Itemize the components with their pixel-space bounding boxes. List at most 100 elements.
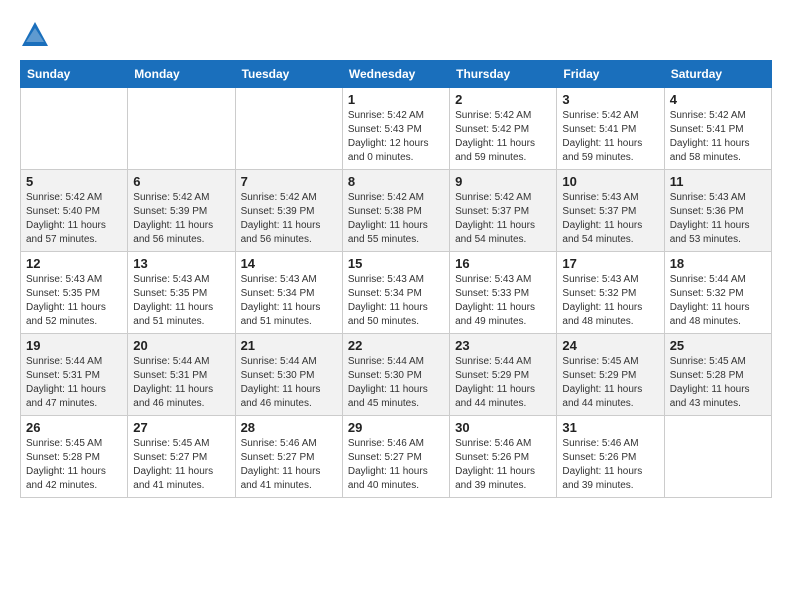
calendar-cell: 17Sunrise: 5:43 AMSunset: 5:32 PMDayligh… [557,252,664,334]
day-number: 22 [348,338,444,353]
calendar-cell: 7 Sunrise: 5:42 AMSunset: 5:39 PMDaylight… [235,170,342,252]
day-number: 17 [562,256,658,271]
day-number: 18 [670,256,766,271]
calendar-cell: 27 Sunrise: 5:45 AMSunset: 5:27 PMDayligh… [128,416,235,498]
day-info: Sunrise: 5:43 AMSunset: 5:37 PMDaylight:… [562,191,658,247]
calendar-cell: 28 Sunrise: 5:46 AMSunset: 5:27 PMDayligh… [235,416,342,498]
calendar-cell: 4 Sunrise: 5:42 AMSunset: 5:41 PMDaylight… [664,88,771,170]
calendar-cell: 5 Sunrise: 5:42 AMSunset: 5:40 PMDaylight… [21,170,128,252]
calendar-cell: 22 Sunrise: 5:44 AMSunset: 5:30 PMDayligh… [342,334,449,416]
logo-icon [20,20,50,50]
logo [20,20,54,50]
day-number: 14 [241,256,337,271]
calendar-cell: 19 Sunrise: 5:44 AMSunset: 5:31 PMDayligh… [21,334,128,416]
day-number: 16 [455,256,551,271]
calendar-cell: 24 Sunrise: 5:45 AMSunset: 5:29 PMDayligh… [557,334,664,416]
day-info: Sunrise: 5:45 AMSunset: 5:27 PMDaylight:… [133,437,229,493]
day-number: 26 [26,420,122,435]
day-number: 30 [455,420,551,435]
day-number: 23 [455,338,551,353]
day-number: 9 [455,174,551,189]
day-number: 12 [26,256,122,271]
calendar-cell: 3Sunrise: 5:42 AMSunset: 5:41 PMDaylight… [557,88,664,170]
day-info: Sunrise: 5:42 AMSunset: 5:41 PMDaylight:… [670,109,766,165]
day-number: 20 [133,338,229,353]
day-number: 31 [562,420,658,435]
day-info: Sunrise: 5:45 AMSunset: 5:29 PMDaylight:… [562,355,658,411]
calendar-cell: 23Sunrise: 5:44 AMSunset: 5:29 PMDayligh… [450,334,557,416]
day-number: 1 [348,92,444,107]
calendar-cell: 18 Sunrise: 5:44 AMSunset: 5:32 PMDayligh… [664,252,771,334]
day-of-week-header: Saturday [664,61,771,88]
day-info: Sunrise: 5:46 AMSunset: 5:26 PMDaylight:… [455,437,551,493]
day-of-week-header: Sunday [21,61,128,88]
calendar-cell: 2 Sunrise: 5:42 AMSunset: 5:42 PMDaylight… [450,88,557,170]
day-number: 27 [133,420,229,435]
day-info: Sunrise: 5:44 AMSunset: 5:31 PMDaylight:… [133,355,229,411]
day-number: 28 [241,420,337,435]
day-number: 7 [241,174,337,189]
day-number: 29 [348,420,444,435]
day-of-week-header: Friday [557,61,664,88]
calendar-cell: 9 Sunrise: 5:42 AMSunset: 5:37 PMDaylight… [450,170,557,252]
day-number: 5 [26,174,122,189]
calendar-cell: 20 Sunrise: 5:44 AMSunset: 5:31 PMDayligh… [128,334,235,416]
calendar-week-row: 5 Sunrise: 5:42 AMSunset: 5:40 PMDaylight… [21,170,772,252]
day-number: 10 [562,174,658,189]
day-number: 24 [562,338,658,353]
calendar-cell: 26Sunrise: 5:45 AMSunset: 5:28 PMDayligh… [21,416,128,498]
day-info: Sunrise: 5:45 AMSunset: 5:28 PMDaylight:… [670,355,766,411]
calendar-cell: 11 Sunrise: 5:43 AMSunset: 5:36 PMDayligh… [664,170,771,252]
day-of-week-header: Wednesday [342,61,449,88]
day-number: 21 [241,338,337,353]
day-info: Sunrise: 5:46 AMSunset: 5:27 PMDaylight:… [241,437,337,493]
calendar-cell: 31 Sunrise: 5:46 AMSunset: 5:26 PMDayligh… [557,416,664,498]
calendar-cell: 16 Sunrise: 5:43 AMSunset: 5:33 PMDayligh… [450,252,557,334]
day-info: Sunrise: 5:43 AMSunset: 5:35 PMDaylight:… [26,273,122,329]
day-info: Sunrise: 5:42 AMSunset: 5:37 PMDaylight:… [455,191,551,247]
day-number: 19 [26,338,122,353]
day-number: 8 [348,174,444,189]
day-number: 2 [455,92,551,107]
calendar-cell: 15 Sunrise: 5:43 AMSunset: 5:34 PMDayligh… [342,252,449,334]
calendar-cell [21,88,128,170]
day-info: Sunrise: 5:44 AMSunset: 5:31 PMDaylight:… [26,355,122,411]
day-of-week-header: Tuesday [235,61,342,88]
day-info: Sunrise: 5:44 AMSunset: 5:32 PMDaylight:… [670,273,766,329]
day-of-week-header: Thursday [450,61,557,88]
calendar-cell: 21Sunrise: 5:44 AMSunset: 5:30 PMDayligh… [235,334,342,416]
calendar-week-row: 12 Sunrise: 5:43 AMSunset: 5:35 PMDayligh… [21,252,772,334]
calendar-cell: 13Sunrise: 5:43 AMSunset: 5:35 PMDayligh… [128,252,235,334]
day-number: 11 [670,174,766,189]
calendar-cell: 25Sunrise: 5:45 AMSunset: 5:28 PMDayligh… [664,334,771,416]
calendar-week-row: 19 Sunrise: 5:44 AMSunset: 5:31 PMDayligh… [21,334,772,416]
day-info: Sunrise: 5:43 AMSunset: 5:34 PMDaylight:… [241,273,337,329]
day-info: Sunrise: 5:42 AMSunset: 5:39 PMDaylight:… [133,191,229,247]
day-info: Sunrise: 5:43 AMSunset: 5:33 PMDaylight:… [455,273,551,329]
calendar-header-row: SundayMondayTuesdayWednesdayThursdayFrid… [21,61,772,88]
day-info: Sunrise: 5:43 AMSunset: 5:36 PMDaylight:… [670,191,766,247]
day-info: Sunrise: 5:46 AMSunset: 5:27 PMDaylight:… [348,437,444,493]
calendar-cell: 8Sunrise: 5:42 AMSunset: 5:38 PMDaylight… [342,170,449,252]
calendar-cell [128,88,235,170]
day-info: Sunrise: 5:46 AMSunset: 5:26 PMDaylight:… [562,437,658,493]
day-info: Sunrise: 5:44 AMSunset: 5:30 PMDaylight:… [348,355,444,411]
calendar-cell: 12 Sunrise: 5:43 AMSunset: 5:35 PMDayligh… [21,252,128,334]
calendar-cell: 30 Sunrise: 5:46 AMSunset: 5:26 PMDayligh… [450,416,557,498]
calendar-cell: 1Sunrise: 5:42 AMSunset: 5:43 PMDaylight… [342,88,449,170]
day-number: 13 [133,256,229,271]
day-info: Sunrise: 5:43 AMSunset: 5:34 PMDaylight:… [348,273,444,329]
calendar-week-row: 26Sunrise: 5:45 AMSunset: 5:28 PMDayligh… [21,416,772,498]
calendar-week-row: 1Sunrise: 5:42 AMSunset: 5:43 PMDaylight… [21,88,772,170]
day-info: Sunrise: 5:42 AMSunset: 5:39 PMDaylight:… [241,191,337,247]
day-info: Sunrise: 5:42 AMSunset: 5:42 PMDaylight:… [455,109,551,165]
calendar-cell: 10 Sunrise: 5:43 AMSunset: 5:37 PMDayligh… [557,170,664,252]
calendar-cell: 29 Sunrise: 5:46 AMSunset: 5:27 PMDayligh… [342,416,449,498]
day-info: Sunrise: 5:42 AMSunset: 5:41 PMDaylight:… [562,109,658,165]
day-info: Sunrise: 5:42 AMSunset: 5:40 PMDaylight:… [26,191,122,247]
calendar-cell: 14 Sunrise: 5:43 AMSunset: 5:34 PMDayligh… [235,252,342,334]
calendar-cell: 6Sunrise: 5:42 AMSunset: 5:39 PMDaylight… [128,170,235,252]
day-number: 4 [670,92,766,107]
calendar: SundayMondayTuesdayWednesdayThursdayFrid… [20,60,772,498]
day-number: 15 [348,256,444,271]
